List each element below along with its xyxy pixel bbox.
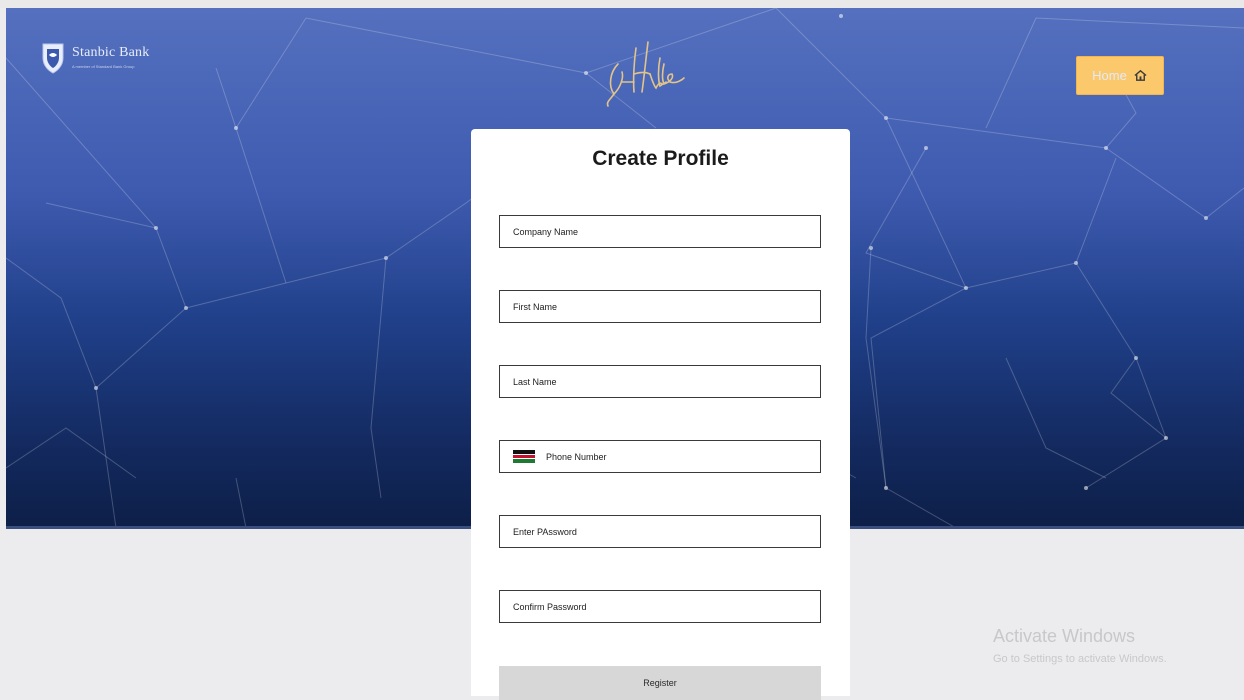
hello-signature-graphic bbox=[606, 41, 685, 107]
first-name-field[interactable]: First Name bbox=[499, 290, 821, 323]
password-placeholder: Enter PAssword bbox=[513, 526, 577, 537]
last-name-field[interactable]: Last Name bbox=[499, 365, 821, 398]
brand-tagline: A member of Standard Bank Group bbox=[72, 63, 135, 69]
register-button[interactable]: Register bbox=[499, 666, 821, 700]
phone-number-field[interactable]: Phone Number bbox=[499, 440, 821, 473]
home-button[interactable]: Home bbox=[1076, 56, 1164, 95]
register-button-label: Register bbox=[643, 678, 677, 688]
home-icon bbox=[1134, 69, 1147, 81]
create-profile-card: Create Profile Company Name First Name L… bbox=[471, 129, 850, 700]
kenya-flag-icon[interactable] bbox=[513, 450, 535, 464]
first-name-placeholder: First Name bbox=[513, 301, 558, 312]
watermark-title: Activate Windows bbox=[993, 626, 1136, 646]
top-strip bbox=[0, 0, 1244, 8]
confirm-password-field[interactable]: Confirm Password bbox=[499, 590, 821, 623]
last-name-placeholder: Last Name bbox=[513, 376, 557, 387]
password-field[interactable]: Enter PAssword bbox=[499, 515, 821, 548]
phone-number-placeholder: Phone Number bbox=[546, 451, 607, 462]
watermark-subtitle: Go to Settings to activate Windows. bbox=[993, 653, 1167, 665]
company-name-field[interactable]: Company Name bbox=[499, 215, 821, 248]
brand-name: Stanbic Bank bbox=[72, 44, 150, 60]
company-name-placeholder: Company Name bbox=[513, 226, 579, 237]
stanbic-logo[interactable]: Stanbic Bank A member of Standard Bank G… bbox=[40, 40, 149, 74]
home-button-label: Home bbox=[1092, 68, 1127, 83]
activate-windows-watermark: Activate Windows Go to Settings to activ… bbox=[993, 626, 1167, 665]
form-title: Create Profile bbox=[592, 147, 729, 170]
confirm-password-placeholder: Confirm Password bbox=[513, 601, 587, 612]
shield-logo-icon bbox=[42, 43, 64, 74]
